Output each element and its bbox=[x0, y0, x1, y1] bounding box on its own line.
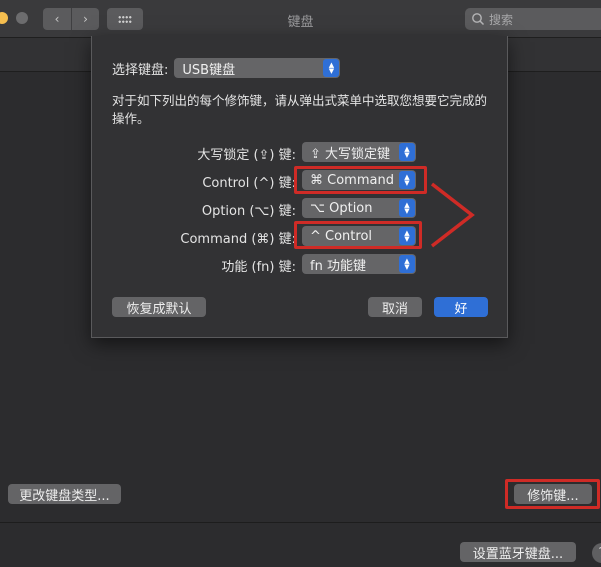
divider bbox=[0, 522, 601, 523]
modifier-label: Option (⌥) 键: bbox=[201, 204, 296, 219]
search-field[interactable]: 搜索 bbox=[465, 8, 601, 30]
ok-button[interactable]: 好 bbox=[434, 297, 488, 317]
modifier-value: ⇪ 大写锁定键 bbox=[310, 146, 391, 162]
annotation-arrow-icon bbox=[430, 182, 475, 248]
setup-bluetooth-keyboard-button[interactable]: 设置蓝牙键盘... bbox=[460, 542, 576, 562]
help-button[interactable]: ? bbox=[592, 543, 601, 563]
modifier-row-caps-lock: 大写锁定 (⇪) 键: ⇪ 大写锁定键 ▲ ▼ bbox=[92, 141, 509, 163]
select-keyboard-row: 选择键盘: USB键盘 ▲ ▼ bbox=[112, 58, 341, 78]
modifier-label: Command (⌘) 键: bbox=[180, 232, 296, 247]
select-keyboard-value: USB键盘 bbox=[182, 62, 236, 78]
popup-arrows-icon: ▲ ▼ bbox=[399, 255, 415, 273]
option-key-popup[interactable]: ⌥ Option ▲ ▼ bbox=[302, 198, 416, 218]
popup-arrows-icon: ▲ ▼ bbox=[399, 143, 415, 161]
restore-defaults-button[interactable]: 恢复成默认 bbox=[112, 297, 206, 317]
popup-arrows-icon: ▲ ▼ bbox=[399, 199, 415, 217]
cancel-button[interactable]: 取消 bbox=[368, 297, 422, 317]
modifier-label: Control (^) 键: bbox=[202, 176, 296, 191]
title-bar: ‹ › 键盘 搜索 bbox=[0, 0, 601, 38]
modifier-value: ⌥ Option bbox=[310, 200, 373, 216]
instructions-text: 对于如下列出的每个修饰键，请从弹出式菜单中选取您想要它完成的操作。 bbox=[112, 93, 488, 126]
modifier-keys-button[interactable]: 修饰键... bbox=[514, 484, 592, 504]
modifier-label: 大写锁定 (⇪) 键: bbox=[197, 148, 296, 163]
change-keyboard-type-button[interactable]: 更改键盘类型... bbox=[8, 484, 121, 504]
select-keyboard-label: 选择键盘: bbox=[112, 62, 169, 78]
modifier-value: fn 功能键 bbox=[310, 258, 366, 274]
select-keyboard-popup[interactable]: USB键盘 ▲ ▼ bbox=[174, 58, 341, 78]
caps-lock-popup[interactable]: ⇪ 大写锁定键 ▲ ▼ bbox=[302, 142, 416, 162]
search-icon bbox=[472, 13, 485, 26]
function-key-popup[interactable]: fn 功能键 ▲ ▼ bbox=[302, 254, 416, 274]
search-placeholder: 搜索 bbox=[489, 12, 514, 27]
annotation-box-control bbox=[294, 166, 427, 194]
modifier-row-function: 功能 (fn) 键: fn 功能键 ▲ ▼ bbox=[92, 253, 509, 275]
modifier-label: 功能 (fn) 键: bbox=[221, 260, 296, 275]
annotation-box-command bbox=[294, 221, 422, 249]
popup-arrows-icon: ▲ ▼ bbox=[323, 59, 340, 77]
